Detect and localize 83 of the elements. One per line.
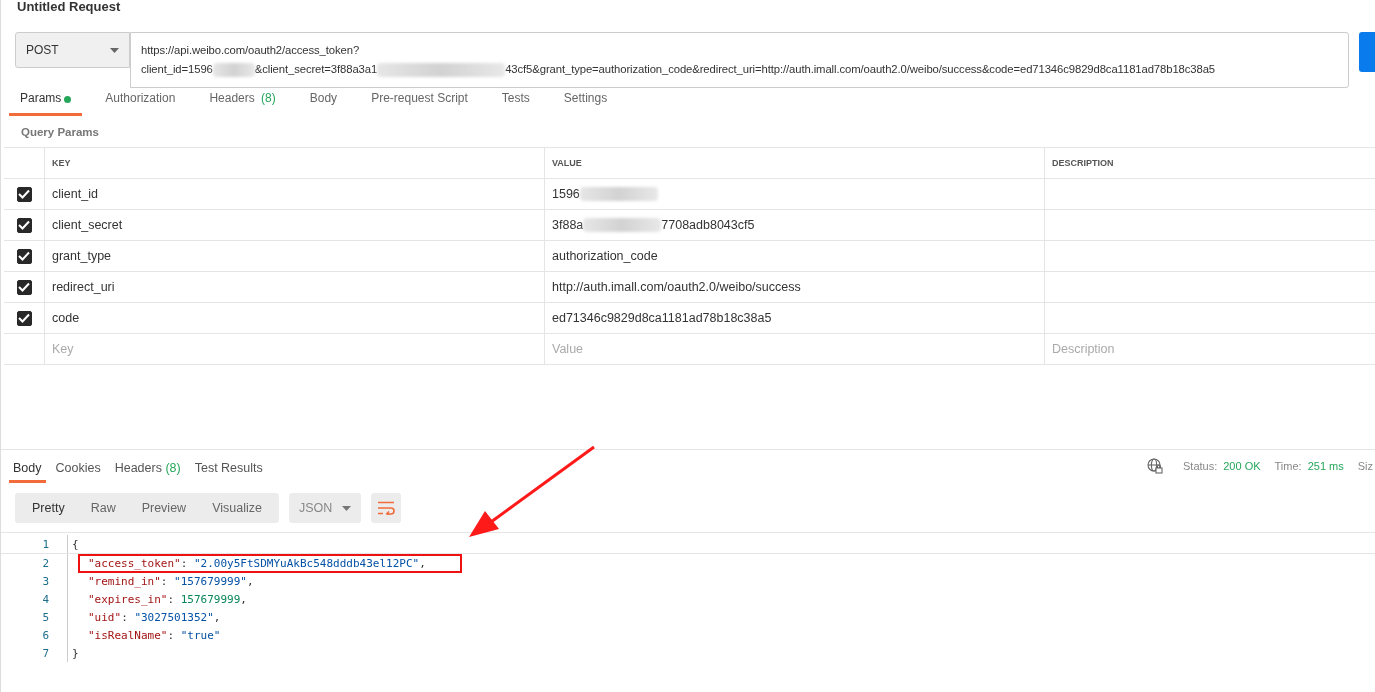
code-token: , <box>419 556 426 570</box>
line-number: 6 <box>41 628 49 642</box>
column-header: DESCRIPTION <box>1051 157 1115 170</box>
response-tab[interactable]: Cookies <box>51 459 105 483</box>
method-dropdown[interactable]: POST <box>15 32 130 68</box>
code-token: } <box>72 646 79 660</box>
format-dropdown[interactable]: JSON <box>288 493 361 523</box>
code-token: "isRealName" <box>88 628 168 642</box>
url-text: client_id=1596 <box>141 63 213 75</box>
request-tab[interactable]: Body <box>298 88 349 116</box>
code-token: : <box>121 610 129 624</box>
globe-lock-icon <box>1147 458 1163 474</box>
table-cell: ed71346c9829d8ca1181ad78b18c38a5 <box>552 311 772 325</box>
code-token: "3027501352" <box>134 610 214 624</box>
request-tab[interactable]: Headers (8) <box>198 88 287 116</box>
wrap-lines-button[interactable] <box>370 493 401 523</box>
column-header: VALUE <box>545 148 1045 178</box>
response-tab[interactable]: Test Results <box>190 459 267 483</box>
table-cell: grant_type <box>45 241 545 271</box>
code-token: 157679999 <box>180 592 241 606</box>
code-token: , <box>246 574 254 588</box>
code-token: "expires_in" <box>88 592 168 606</box>
code-token: "2.00y5FtSDMYuAkBc548dddb43el12PC" <box>193 556 420 570</box>
caret-icon <box>341 505 351 511</box>
request-tab[interactable]: Authorization <box>94 88 187 116</box>
code-token: "157679999" <box>174 574 247 588</box>
url-text: 43cf5&grant_type=authorization_code&redirect_uri=http://auth.imall.com/oauth2.0/weibo/success&code=ed71346c9829d8ca1181ad78b18c38a5 <box>505 63 1216 75</box>
response-tab[interactable]: Headers (8) <box>110 459 185 483</box>
url-text: https://api.weibo.com/oauth2/access_token? <box>141 44 360 56</box>
status-label: Siz <box>1357 460 1373 472</box>
table-cell: 3f88a <box>552 218 584 232</box>
response-tab[interactable]: Body <box>9 459 46 483</box>
line-number: 7 <box>41 646 49 660</box>
view-mode-button[interactable]: Visualize <box>199 493 275 523</box>
code-token: "true" <box>180 628 221 642</box>
count-label: (8) <box>261 91 276 105</box>
url-text: &client_secret=3f88a3a1 <box>254 63 378 75</box>
code-token: "access_token" <box>88 556 181 570</box>
caret-icon <box>110 47 119 53</box>
status-value: 200 OK <box>1223 460 1261 472</box>
checkbox[interactable] <box>16 217 32 233</box>
line-number: 4 <box>41 592 49 606</box>
code-token: { <box>72 537 79 551</box>
count-label: (8) <box>165 461 181 475</box>
table-cell: 1596 <box>552 187 580 201</box>
table-cell: client_id <box>45 179 545 209</box>
line-number: 5 <box>41 610 49 624</box>
code-token: , <box>240 592 247 606</box>
table-cell: http://auth.imall.com/oauth2.0/weibo/success <box>552 280 801 294</box>
wrap-icon <box>376 501 395 515</box>
request-tab[interactable]: Tests <box>490 88 541 116</box>
code-token: "remind_in" <box>88 574 161 588</box>
table-cell: client_secret <box>45 210 545 240</box>
code-token: : <box>160 574 169 588</box>
request-title: Untitled Request <box>17 0 121 14</box>
checkbox[interactable] <box>16 186 32 202</box>
table-cell: 7708adb8043cf5 <box>661 218 755 232</box>
line-number: 2 <box>41 556 49 570</box>
status-value: 251 ms <box>1307 460 1344 472</box>
line-number: 3 <box>41 574 49 588</box>
code-token: : <box>167 592 176 606</box>
code-token: , <box>213 610 221 624</box>
status-label: Time: <box>1274 460 1302 472</box>
url-field[interactable] <box>130 32 1349 88</box>
request-tab[interactable]: Pre-request Script <box>360 88 479 116</box>
column-header: KEY <box>45 148 545 178</box>
view-mode-button[interactable]: Raw <box>77 493 129 523</box>
code-token: : <box>167 628 176 642</box>
view-mode-button[interactable]: Pretty <box>19 493 78 523</box>
code-token: : <box>180 556 189 570</box>
table-cell: redirect_uri <box>45 272 545 302</box>
status-label: Status: <box>1183 460 1218 472</box>
table-cell: code <box>45 303 545 333</box>
section-title: Query Params <box>20 125 100 140</box>
line-number: 1 <box>41 537 49 551</box>
checkbox[interactable] <box>16 248 32 264</box>
code-token: "uid" <box>88 610 122 624</box>
checkbox[interactable] <box>16 279 32 295</box>
table-cell: authorization_code <box>552 249 658 263</box>
request-tab[interactable]: Settings <box>552 88 619 116</box>
view-mode-button[interactable]: Preview <box>128 493 200 523</box>
checkbox[interactable] <box>16 310 32 326</box>
request-tab[interactable]: Params <box>9 88 83 116</box>
